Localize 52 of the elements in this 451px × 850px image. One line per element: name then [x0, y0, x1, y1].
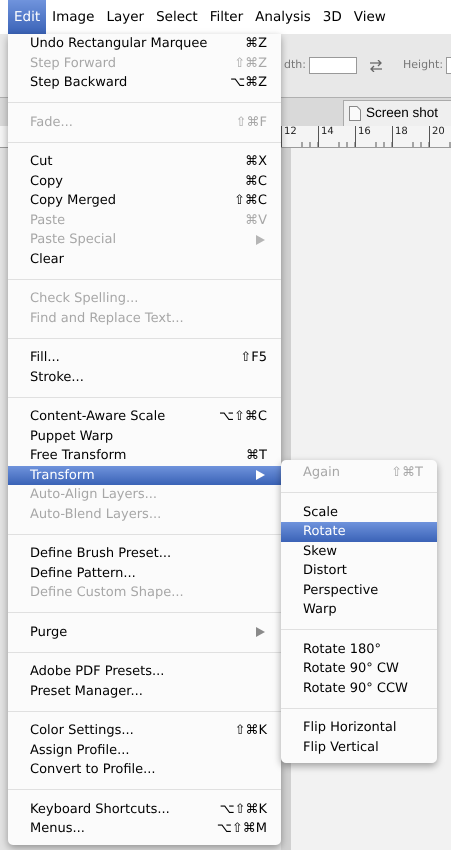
menu-item[interactable]: Distort [281, 561, 437, 580]
menu-item[interactable]: Scale [281, 502, 437, 522]
menu-item[interactable]: Copy Merged ⇧⌘C [8, 191, 281, 210]
menu-item[interactable]: Adobe PDF Presets... [8, 662, 281, 682]
menu-item[interactable]: Define Brush Preset... [8, 544, 281, 564]
width-field[interactable] [308, 57, 357, 74]
menu-item[interactable]: Copy ⌘C [8, 172, 281, 191]
menu-item[interactable]: Cut ⌘X [8, 152, 281, 172]
menu-item[interactable]: Transform [8, 466, 281, 485]
height-label: Height: [402, 57, 444, 74]
menu-bar-item[interactable]: Select [150, 0, 204, 34]
menu-item[interactable]: Preset Manager... [8, 682, 281, 701]
menu-item[interactable]: Free Transform ⌘T [8, 446, 281, 466]
menu-item[interactable]: Undo Rectangular Marquee ⌘Z [8, 34, 281, 54]
menu-item[interactable]: Flip Vertical [281, 738, 437, 757]
menu-item[interactable]: Keyboard Shortcuts... ⌥⇧⌘K [8, 800, 281, 819]
menu-bar-item[interactable]: Edit [8, 0, 46, 34]
menu-item[interactable]: Menus... ⌥⇧⌘M [8, 819, 281, 838]
menu-item[interactable]: Rotate 180° [281, 640, 437, 659]
menu-bar-item[interactable]: View [348, 0, 392, 34]
menu-item[interactable]: Clear [8, 250, 281, 269]
menu-item[interactable]: Step Backward ⌥⌘Z [8, 73, 281, 92]
ruler-label: 18 [394, 126, 408, 139]
menu-item[interactable]: Flip Horizontal [281, 718, 437, 738]
menu-bar-item[interactable]: 3D [316, 0, 348, 34]
menu-item[interactable]: Warp [281, 600, 437, 620]
menu-item[interactable]: Assign Profile... [8, 740, 281, 760]
width-label: dth: [284, 57, 306, 74]
menu-item[interactable]: Rotate 90° CW [281, 659, 437, 678]
ruler-label: 12 [283, 126, 297, 139]
ruler-label: 16 [357, 126, 371, 139]
swap-arrows-icon[interactable] [368, 60, 383, 72]
menu-bar-item[interactable]: Filter [204, 0, 250, 34]
menu-item[interactable]: Color Settings... ⇧⌘K [8, 721, 281, 740]
document-tab[interactable]: Screen shot [343, 100, 451, 126]
menu-item[interactable]: Rotate 90° CCW [281, 678, 437, 698]
ruler-label: 20 [431, 126, 445, 139]
menu-item[interactable]: Stroke... [8, 368, 281, 387]
menu-bar-item[interactable]: Analysis [249, 0, 317, 34]
menu-item[interactable]: Perspective [281, 580, 437, 600]
menu-item[interactable]: Content-Aware Scale ⌥⇧⌘C [8, 407, 281, 426]
menu-item[interactable]: Define Pattern... [8, 564, 281, 583]
menu-item[interactable]: Convert to Profile... [8, 760, 281, 780]
menu-item[interactable]: Purge [8, 622, 281, 642]
menu-item[interactable]: Rotate [281, 522, 437, 542]
menu-bar-item[interactable]: Layer [100, 0, 150, 34]
document-icon [349, 106, 361, 121]
ruler-label: 14 [320, 126, 334, 139]
menu-item[interactable]: Puppet Warp [8, 426, 281, 446]
menu-bar-item[interactable]: Image [46, 0, 100, 34]
menu-item[interactable]: Skew [281, 542, 437, 561]
menu-item[interactable]: Fill... ⇧F5 [8, 348, 281, 368]
